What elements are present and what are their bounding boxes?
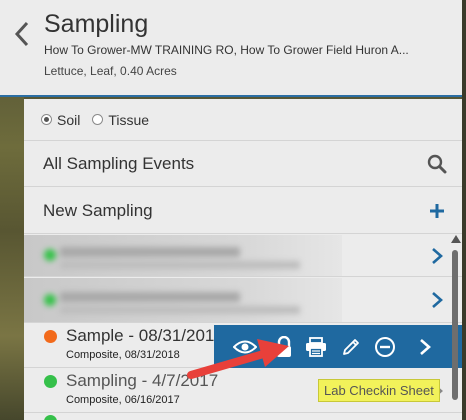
all-sampling-events-label: All Sampling Events — [43, 154, 195, 173]
lab-checkin-tooltip: Lab Checkin Sheet — [318, 379, 440, 402]
add-icon[interactable] — [426, 200, 448, 222]
sample-title: Sample - 08/31/201 — [66, 326, 215, 345]
sampling-header: Sampling How To Grower-MW TRAINING RO, H… — [0, 0, 462, 97]
new-sampling-label: New Sampling — [43, 200, 153, 220]
status-dot — [44, 415, 57, 420]
sampling-panel: Soil Tissue All Sampling Events New Samp… — [24, 99, 462, 420]
sample-row-blurred-2[interactable] — [24, 278, 462, 323]
edit-button[interactable] — [338, 334, 364, 360]
lock-icon — [277, 336, 291, 357]
blurred-sample-text — [38, 241, 343, 271]
scrollbar-thumb[interactable] — [452, 250, 458, 400]
sample-row-blurred-1[interactable] — [24, 235, 462, 277]
view-button[interactable] — [232, 334, 258, 360]
minus-circle-icon — [375, 337, 395, 357]
status-dot — [44, 330, 57, 343]
blurred-sample-text — [38, 286, 343, 316]
page-title: Sampling — [44, 10, 149, 38]
remove-button[interactable] — [372, 334, 398, 360]
print-lab-checkin-button[interactable] — [303, 334, 329, 360]
radio-tissue-dot — [92, 114, 104, 125]
sample-type-selector: Soil Tissue — [24, 99, 462, 141]
chevron-right-icon[interactable] — [426, 245, 448, 267]
back-button[interactable] — [10, 18, 34, 50]
radio-soil-label: Soil — [57, 111, 81, 128]
sample-action-toolbar — [214, 325, 462, 368]
radio-soil[interactable]: Soil — [41, 112, 80, 128]
pencil-icon — [343, 339, 359, 355]
sample-subtitle: Composite, 06/16/2017 — [66, 394, 180, 406]
sample-title: Sampling - 4/7/2017 — [66, 371, 219, 390]
status-dot — [44, 375, 57, 388]
search-icon[interactable] — [426, 153, 448, 175]
print-icon — [306, 337, 326, 357]
field-subtitle: How To Grower-MW TRAINING RO, How To Gro… — [44, 43, 409, 57]
chevron-left-icon — [14, 21, 29, 47]
all-sampling-events-row[interactable]: All Sampling Events — [24, 142, 462, 187]
crop-info: Lettuce, Leaf, 0.40 Acres — [44, 64, 177, 78]
chevron-right-icon — [420, 339, 431, 355]
new-sampling-row[interactable]: New Sampling — [24, 188, 462, 234]
open-sample-button[interactable] — [412, 334, 438, 360]
sample-row-3-partial[interactable] — [24, 414, 462, 420]
eye-icon — [233, 340, 257, 354]
radio-soil-dot — [41, 114, 52, 125]
sample-subtitle: Composite, 08/31/2018 — [66, 349, 180, 361]
scroll-up-icon[interactable] — [451, 235, 461, 243]
radio-tissue[interactable]: Tissue — [92, 112, 149, 128]
chevron-right-icon[interactable] — [426, 289, 448, 311]
radio-tissue-label: Tissue — [108, 111, 150, 128]
background-image-right — [462, 0, 466, 420]
lock-button[interactable] — [271, 334, 297, 360]
